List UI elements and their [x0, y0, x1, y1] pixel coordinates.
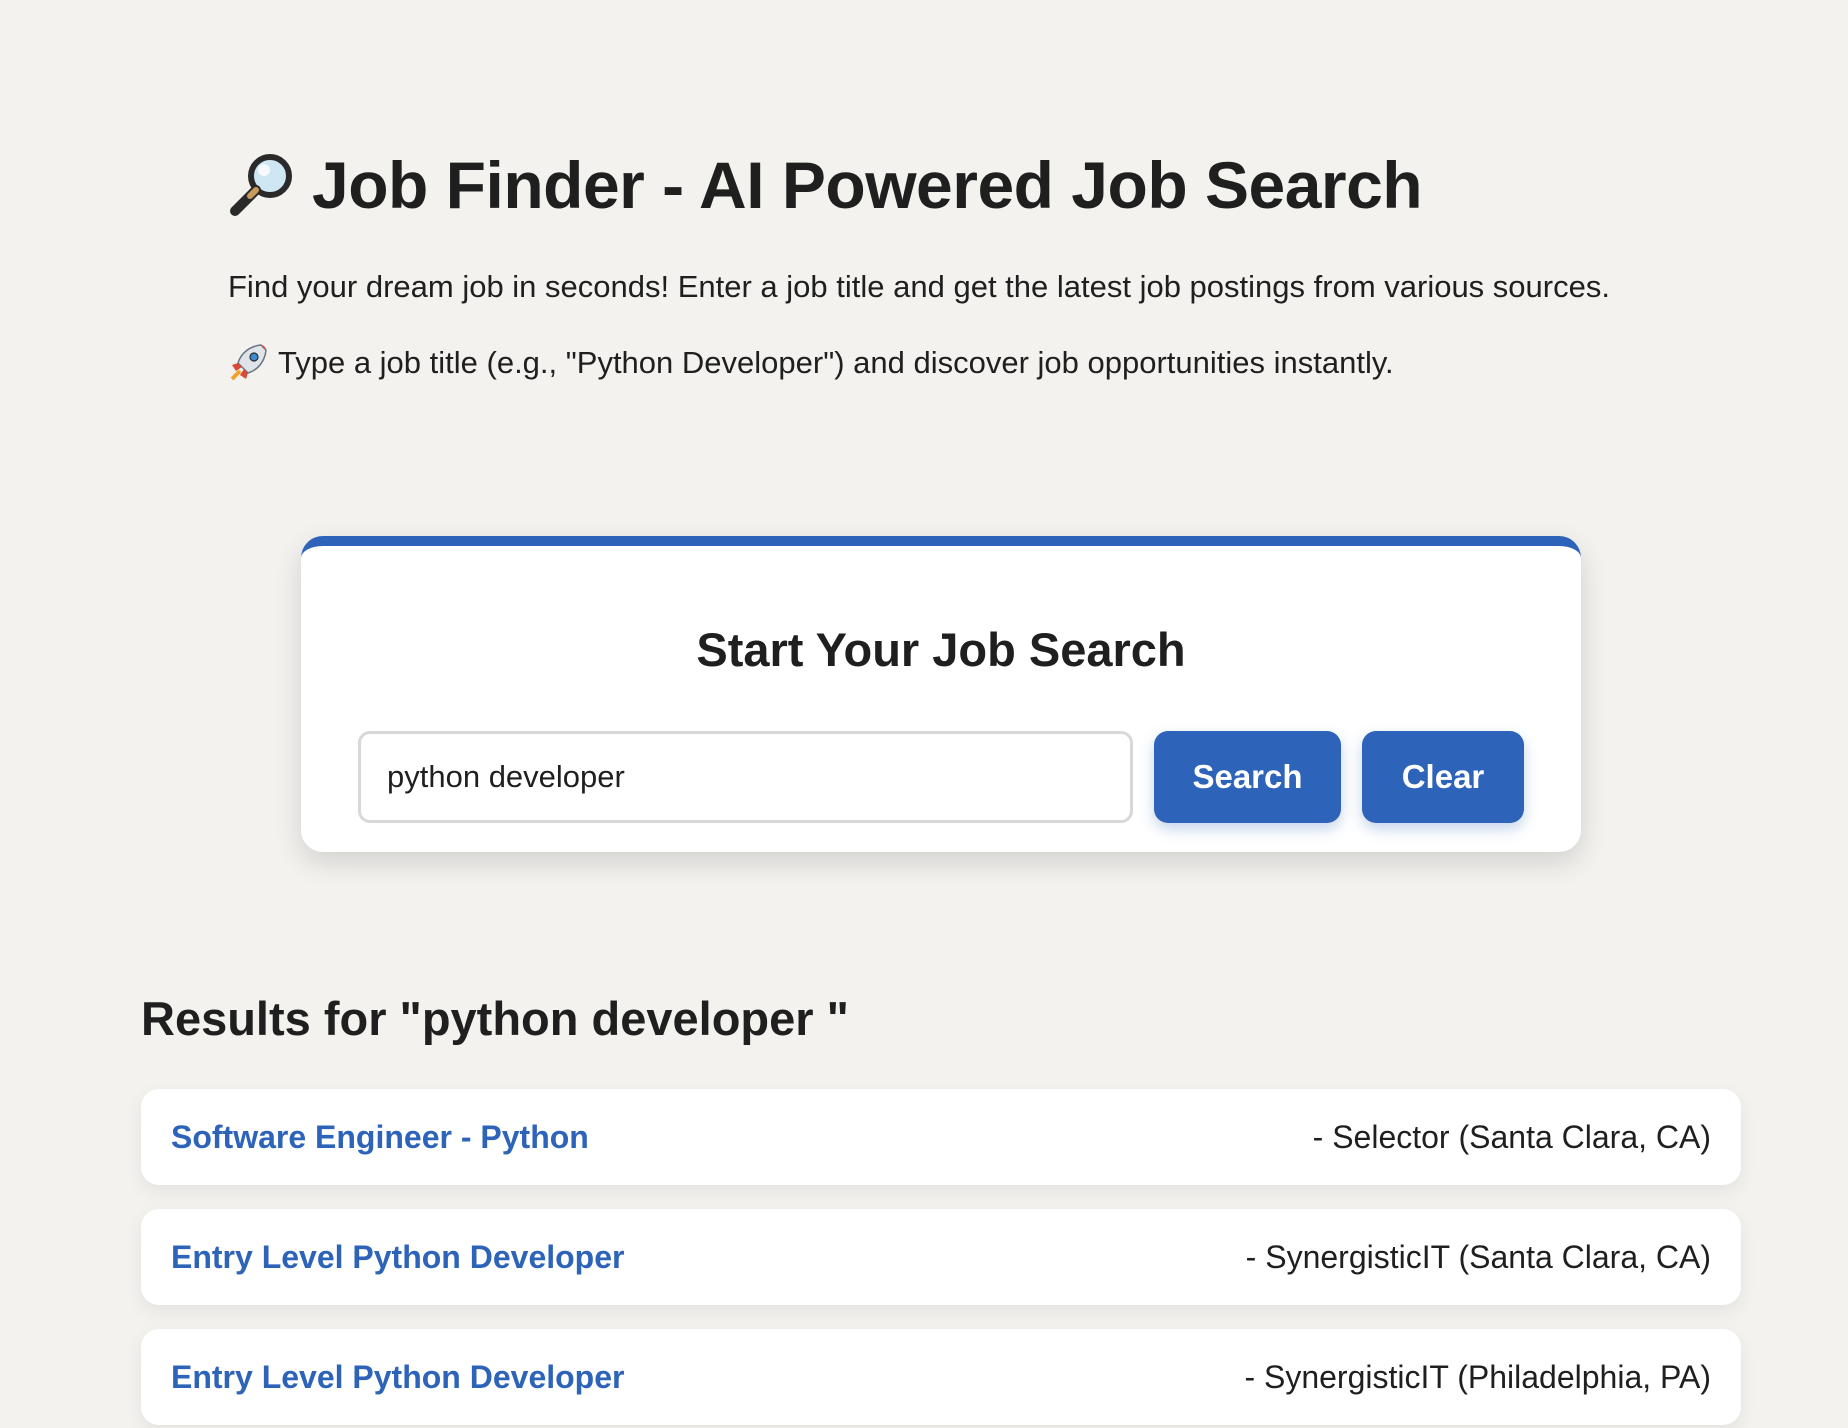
job-title-link[interactable]: Entry Level Python Developer [171, 1359, 624, 1396]
result-item: Entry Level Python Developer - Synergist… [141, 1329, 1741, 1425]
intro-text: Find your dream job in seconds! Enter a … [228, 269, 1610, 304]
search-heading: Start Your Job Search [696, 623, 1186, 676]
result-item: Entry Level Python Developer - Synergist… [141, 1209, 1741, 1305]
rocket-icon [228, 341, 270, 383]
page-title-text: Job Finder - AI Powered Job Search [312, 148, 1423, 222]
search-card: Start Your Job Search Search Clear [301, 536, 1581, 852]
page-title: Job Finder - AI Powered Job Search [226, 150, 1726, 220]
hint-text: Type a job title (e.g., "Python Develope… [278, 344, 1394, 380]
magnifier-icon [226, 150, 296, 220]
job-title-link[interactable]: Software Engineer - Python [171, 1119, 589, 1156]
search-input[interactable] [358, 731, 1133, 823]
job-company-location: - Selector (Santa Clara, CA) [1312, 1118, 1711, 1155]
header: Job Finder - AI Powered Job Search Find … [226, 150, 1726, 383]
hint-row: Type a job title (e.g., "Python Develope… [228, 341, 1726, 383]
job-company-location: - SynergisticIT (Philadelphia, PA) [1244, 1358, 1711, 1395]
job-title-link[interactable]: Entry Level Python Developer [171, 1239, 624, 1276]
page: Job Finder - AI Powered Job Search Find … [0, 0, 1848, 1428]
job-company-location: - SynergisticIT (Santa Clara, CA) [1245, 1238, 1711, 1275]
clear-button[interactable]: Clear [1362, 731, 1524, 823]
search-button[interactable]: Search [1154, 731, 1341, 823]
results-title: Results for "python developer " [141, 992, 849, 1045]
results-list: Software Engineer - Python - Selector (S… [141, 1089, 1741, 1428]
result-item: Software Engineer - Python - Selector (S… [141, 1089, 1741, 1185]
